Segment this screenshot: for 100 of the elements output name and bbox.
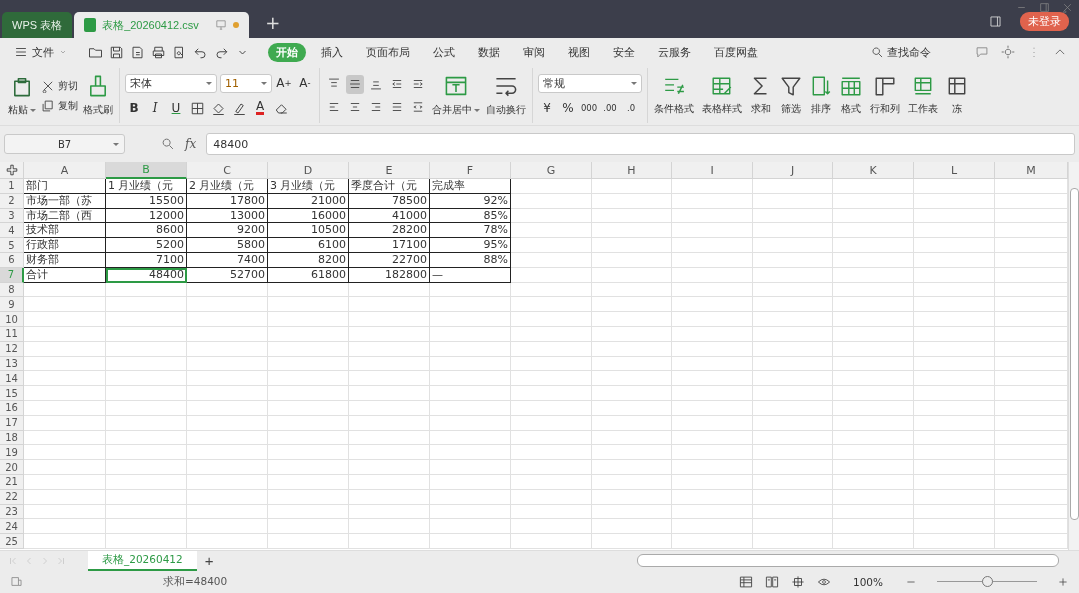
merge-cells-icon xyxy=(444,74,468,98)
ribbon-tab[interactable]: 页面布局 xyxy=(358,42,418,62)
currency-button[interactable]: ¥ xyxy=(538,98,556,118)
percent-button[interactable]: % xyxy=(559,98,577,118)
printer-icon[interactable] xyxy=(151,44,166,60)
merge-center-button[interactable]: 合并居中 xyxy=(431,72,481,119)
row-header[interactable]: 1 xyxy=(0,179,24,194)
vertical-scrollbar[interactable] xyxy=(1068,162,1079,550)
ribbon-tab[interactable]: 审阅 xyxy=(515,42,553,62)
document-icon[interactable] xyxy=(130,44,145,60)
add-sheet-button[interactable]: + xyxy=(196,552,222,569)
table-cell: 52700 xyxy=(187,267,268,283)
zoom-in-icon[interactable] xyxy=(1057,575,1069,588)
row-header[interactable]: 25 xyxy=(0,534,24,549)
table-cell: 17800 xyxy=(187,193,268,209)
italic-button[interactable]: I xyxy=(146,98,164,118)
table-cell: 行政部 xyxy=(24,238,106,253)
menu-icon xyxy=(14,45,28,59)
table-cell: 13000 xyxy=(187,208,268,224)
settings-icon[interactable] xyxy=(1001,45,1015,59)
number-format-select[interactable]: 常规 xyxy=(538,73,642,93)
table-cell: 16000 xyxy=(268,208,349,224)
ribbon-tab[interactable]: 安全 xyxy=(605,42,643,62)
zoom-level[interactable]: 100% xyxy=(852,575,883,588)
table-cell: 部门 xyxy=(24,179,106,194)
row-header[interactable]: 5 xyxy=(0,238,24,253)
filter-button[interactable]: 筛选 xyxy=(779,73,803,118)
ribbon-tab[interactable]: 视图 xyxy=(560,42,598,62)
remove-decimal-button[interactable]: .0 xyxy=(622,98,640,118)
ribbon-tab[interactable]: 插入 xyxy=(313,42,351,62)
table-cell: 21000 xyxy=(268,193,349,209)
table-cell: 182800 xyxy=(349,267,430,283)
table-style-button[interactable]: 表格样式 xyxy=(701,73,743,118)
ribbon-tab[interactable]: 云服务 xyxy=(650,42,699,62)
search-icon[interactable] xyxy=(871,45,884,59)
format-painter-button[interactable]: 格式刷 xyxy=(82,72,114,119)
home-tab[interactable]: WPS 表格 xyxy=(2,12,73,38)
row-header[interactable]: 14 xyxy=(0,371,24,387)
table-cell: 季度合计（元 xyxy=(349,179,430,194)
normal-view-icon[interactable] xyxy=(738,574,753,589)
table-cell: 12000 xyxy=(106,208,187,224)
table-cell: 88% xyxy=(430,253,511,268)
align-middle-button[interactable] xyxy=(346,74,364,94)
name-box[interactable]: B7 xyxy=(4,134,125,154)
table-cell: 5800 xyxy=(187,238,268,253)
paste-button[interactable]: 粘贴 xyxy=(7,72,37,119)
row-header[interactable]: 20 xyxy=(0,460,24,475)
bold-button[interactable]: B xyxy=(125,98,143,118)
page-break-icon[interactable] xyxy=(764,574,779,589)
copy-button[interactable]: 复制 xyxy=(41,98,78,113)
distribute-icon xyxy=(411,100,425,114)
row-header[interactable]: 4 xyxy=(0,223,24,239)
sigma-button[interactable]: 求和 xyxy=(749,73,773,118)
worksheet-button[interactable]: 工作表 xyxy=(907,73,939,118)
underline-button[interactable]: U xyxy=(167,98,185,118)
new-tab-button[interactable]: + xyxy=(259,11,287,34)
horizontal-scrollbar[interactable] xyxy=(637,554,1059,567)
table-cell: 95% xyxy=(430,238,511,253)
row-header[interactable]: 10 xyxy=(0,312,24,327)
wrap-text-button[interactable]: 自动换行 xyxy=(485,72,527,119)
row-header[interactable]: 24 xyxy=(0,519,24,535)
table-cell: — xyxy=(430,267,511,283)
add-decimal-button[interactable]: .00 xyxy=(601,98,619,118)
reading-view-icon[interactable] xyxy=(790,574,805,589)
table-cell: 41000 xyxy=(349,208,430,224)
align-left-icon xyxy=(327,100,341,114)
ribbon-tab[interactable]: 百度网盘 xyxy=(706,42,766,62)
sort-button[interactable]: 排序 xyxy=(809,73,833,118)
ribbon-tab[interactable]: 数据 xyxy=(470,42,508,62)
formula-input[interactable]: 48400 xyxy=(206,133,1075,155)
conditional-format-button[interactable]: 条件格式 xyxy=(653,73,695,118)
table-cell: 8200 xyxy=(268,253,349,268)
filter-icon xyxy=(780,75,802,97)
row-header[interactable]: 15 xyxy=(0,386,24,401)
slider-thumb[interactable] xyxy=(982,576,993,587)
row-header[interactable]: 19 xyxy=(0,445,24,461)
command-search[interactable]: 查找命令 xyxy=(887,44,931,60)
font-size-select[interactable]: 11 xyxy=(220,73,272,93)
align-middle-icon xyxy=(348,77,362,91)
rows-columns-icon xyxy=(874,75,896,97)
save-icon[interactable] xyxy=(109,44,124,60)
freeze-button[interactable]: 冻 xyxy=(945,73,969,118)
worksheet-icon xyxy=(912,75,934,97)
cut-button[interactable]: 剪切 xyxy=(41,78,78,93)
macro-icon[interactable] xyxy=(10,575,23,588)
function-label[interactable]: fx xyxy=(185,137,197,151)
format-grid-button[interactable]: 格式 xyxy=(839,73,863,118)
zoom-formula-icon[interactable] xyxy=(161,137,175,151)
thousands-button[interactable]: 000 xyxy=(580,98,598,118)
sheet-tab[interactable]: 表格_20260412 xyxy=(88,550,197,571)
ribbon-tab[interactable]: 公式 xyxy=(425,42,463,62)
row-header[interactable]: 9 xyxy=(0,297,24,313)
file-menu[interactable]: 文件 xyxy=(8,43,74,61)
rows-columns-button[interactable]: 行和列 xyxy=(869,73,901,118)
align-center-icon xyxy=(348,100,362,114)
select-all-icon[interactable] xyxy=(5,164,18,176)
font-family-select[interactable]: 宋体 xyxy=(125,73,217,93)
font-color-button[interactable]: A xyxy=(251,98,269,118)
table-cell: 1 月业绩（元 xyxy=(106,179,187,194)
indent-icon xyxy=(411,77,425,91)
